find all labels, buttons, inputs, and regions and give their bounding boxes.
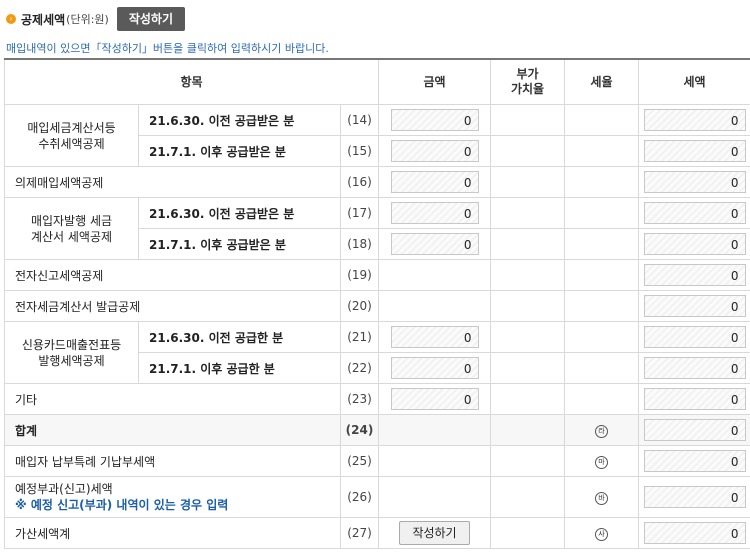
table-row: 의제매입세액공제 (16) 0 0 <box>4 166 750 198</box>
table-row: 매입세금계산서등 수취세액공제 21.6.30. 이전 공급받은 분 (14) 0… <box>4 104 750 167</box>
section-title: 공제세액 <box>21 12 66 27</box>
row-number: (25) <box>339 445 380 477</box>
row-number: (27) <box>339 517 380 549</box>
amount-input[interactable]: 0 <box>390 109 479 131</box>
row-label: 21.7.1. 이후 공급받은 분 <box>138 135 341 167</box>
row-label: 예정부과(신고)세액 ※ 예정 신고(부과) 내역이 있는 경우 입력 <box>4 476 341 518</box>
tax-input[interactable]: 0 <box>643 450 746 472</box>
row-number: (20) <box>339 290 380 322</box>
col-tax: 세액 <box>638 58 750 105</box>
tax-input[interactable]: 0 <box>643 419 746 441</box>
circled-marker: 사 <box>595 528 609 541</box>
col-vat-rate: 부가 가치율 <box>490 58 566 105</box>
row-number: (15) <box>339 135 380 167</box>
unit-label: (단위:원) <box>66 13 109 26</box>
amount-input[interactable]: 0 <box>390 326 479 348</box>
tax-input[interactable]: 0 <box>643 109 746 131</box>
tax-input[interactable]: 0 <box>643 233 746 255</box>
penalty-write-button[interactable]: 작성하기 <box>399 521 470 545</box>
amount-input[interactable]: 0 <box>390 233 479 255</box>
prediction-note: ※ 예정 신고(부과) 내역이 있는 경우 입력 <box>15 498 229 512</box>
table-row: 매입자발행 세금 계산서 세액공제 21.6.30. 이전 공급받은 분 (17)… <box>4 197 750 260</box>
tax-input[interactable]: 0 <box>643 357 746 379</box>
tax-input[interactable]: 0 <box>643 295 746 317</box>
row-label: 의제매입세액공제 <box>4 166 341 198</box>
section-header: › 공제세액 (단위:원) 작성하기 <box>6 6 185 32</box>
tax-input[interactable]: 0 <box>643 202 746 224</box>
table-row: 예정부과(신고)세액 ※ 예정 신고(부과) 내역이 있는 경우 입력 (26) … <box>4 476 750 518</box>
row-label: 21.6.30. 이전 공급받은 분 <box>138 197 341 229</box>
amount-input[interactable]: 0 <box>390 388 479 410</box>
row-number: (23) <box>339 383 380 415</box>
table-row: 기타 (23) 0 0 <box>4 383 750 415</box>
circled-marker: 마 <box>595 456 609 469</box>
row-number: (19) <box>339 259 380 291</box>
table-row: 신용카드매출전표등 발행세액공제 21.6.30. 이전 공급한 분 (21) 0… <box>4 321 750 384</box>
circled-marker: 바 <box>595 492 609 505</box>
table-row: 매입자 납부특례 기납부세액 (25) 마 0 <box>4 445 750 477</box>
row-number: (17) <box>339 197 380 229</box>
row-number: (18) <box>339 228 380 260</box>
group-label: 매입자발행 세금 계산서 세액공제 <box>4 197 139 260</box>
row-number: (14) <box>339 104 380 136</box>
amount-input[interactable]: 0 <box>390 171 479 193</box>
row-label: 21.7.1. 이후 공급한 분 <box>138 352 341 384</box>
row-label: 21.7.1. 이후 공급받은 분 <box>138 228 341 260</box>
table-row: 전자신고세액공제 (19) 0 <box>4 259 750 291</box>
tax-input[interactable]: 0 <box>643 171 746 193</box>
group-label: 매입세금계산서등 수취세액공제 <box>4 104 139 167</box>
col-item: 항목 <box>3 58 380 105</box>
row-number: (22) <box>339 352 380 384</box>
row-label: 21.6.30. 이전 공급한 분 <box>138 321 341 353</box>
table-header: 항목 금액 부가 가치율 세율 세액 <box>3 58 750 105</box>
write-button[interactable]: 작성하기 <box>116 7 185 31</box>
row-number: (21) <box>339 321 380 353</box>
col-tax-rate: 세율 <box>564 58 640 105</box>
tax-input[interactable]: 0 <box>643 264 746 286</box>
circled-marker: 라 <box>595 425 609 438</box>
col-amount: 금액 <box>378 58 492 105</box>
tax-input[interactable]: 0 <box>643 522 746 544</box>
row-label: 21.6.30. 이전 공급받은 분 <box>138 104 341 136</box>
bullet-arrow-icon: › <box>6 14 16 24</box>
row-label: 기타 <box>4 383 341 415</box>
tax-input[interactable]: 0 <box>643 486 746 508</box>
group-label: 신용카드매출전표등 발행세액공제 <box>4 321 139 384</box>
row-label: 전자세금계산서 발급공제 <box>4 290 341 322</box>
row-label: 합계 <box>4 414 341 446</box>
row-number: (16) <box>339 166 380 198</box>
amount-input[interactable]: 0 <box>390 357 479 379</box>
table-row: 전자세금계산서 발급공제 (20) 0 <box>4 290 750 322</box>
deduction-table: 항목 금액 부가 가치율 세율 세액 매입세금계산서등 수취세액공제 21.6.30… <box>3 58 750 549</box>
table-row: 합계 (24) 라 0 <box>4 414 750 446</box>
row-label: 전자신고세액공제 <box>4 259 341 291</box>
instruction-note: 매입내역이 있으면「작성하기」버튼을 클릭하여 입력하시기 바랍니다. <box>6 42 329 55</box>
tax-input[interactable]: 0 <box>643 388 746 410</box>
row-number: (24) <box>339 414 380 446</box>
table-row: 가산세액계 (27) 작성하기 사 0 <box>4 517 750 549</box>
row-label: 매입자 납부특례 기납부세액 <box>4 445 341 477</box>
row-label: 가산세액계 <box>4 517 341 549</box>
amount-input[interactable]: 0 <box>390 140 479 162</box>
tax-input[interactable]: 0 <box>643 140 746 162</box>
tax-input[interactable]: 0 <box>643 326 746 348</box>
amount-input[interactable]: 0 <box>390 202 479 224</box>
row-number: (26) <box>339 476 380 518</box>
